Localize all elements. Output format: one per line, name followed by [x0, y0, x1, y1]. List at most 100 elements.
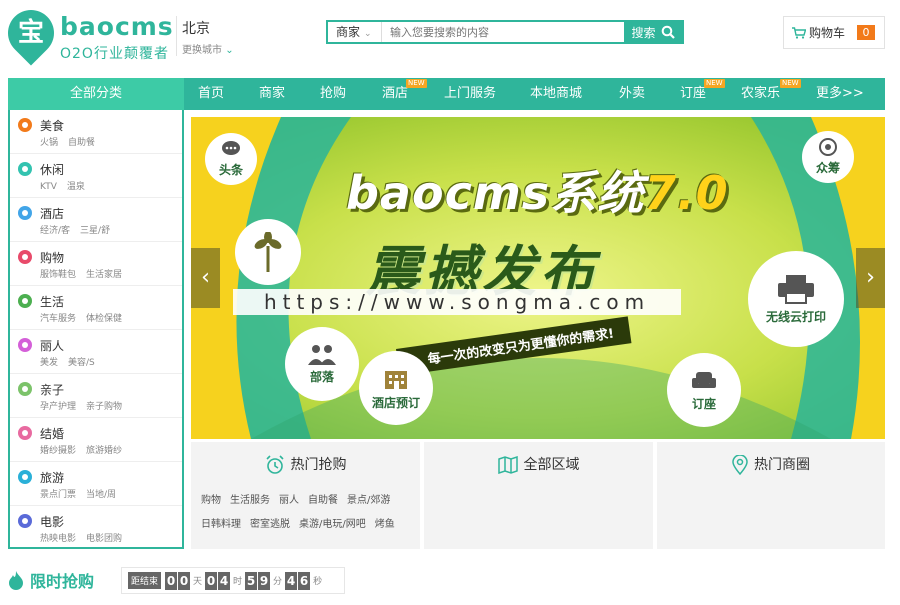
subcategory-link[interactable]: 三星/舒	[80, 226, 110, 236]
countdown-digit: 0	[165, 571, 178, 590]
subcategory-link[interactable]: 生活家居	[86, 270, 122, 280]
nav-item-reservation[interactable]: 订座	[680, 78, 706, 110]
tag-link[interactable]: 桌游/电玩/网吧	[299, 513, 366, 537]
category-title: 结婚	[40, 427, 65, 441]
hotel-icon	[18, 206, 32, 220]
category-subs: 景点门票 当地/周	[40, 487, 126, 500]
info-box-header[interactable]: 热门商圈	[657, 454, 885, 476]
countdown-label: 距结束	[128, 572, 162, 589]
category-item-movie[interactable]: 电影 热映电影 电影团购	[10, 506, 182, 550]
info-box-title: 热门商圈	[754, 457, 810, 473]
cart-button[interactable]: 购物车 0	[783, 16, 885, 49]
info-box-title: 热门抢购	[290, 457, 347, 473]
category-item-shopping[interactable]: 购物 服饰鞋包 生活家居	[10, 242, 182, 286]
tag-link[interactable]: 购物	[201, 489, 221, 513]
banner-bubble-tribe: 部落	[285, 327, 359, 401]
countdown-timer: 距结束 0 0 天 0 4 时 5 9 分 4 6 秒	[121, 567, 345, 594]
subcategory-link[interactable]: 服饰鞋包	[40, 270, 76, 280]
category-item-hotel[interactable]: 酒店 经济/客 三星/舒	[10, 198, 182, 242]
category-item-wedding[interactable]: 结婚 婚纱摄影 旅游婚纱	[10, 418, 182, 462]
nav-item-home[interactable]: 首页	[198, 78, 224, 110]
banner-next-button[interactable]: ›	[856, 248, 885, 308]
category-item-beauty[interactable]: 丽人 美发 美容/S	[10, 330, 182, 374]
banner-bubble-plant	[235, 219, 301, 285]
printer-icon	[778, 275, 814, 304]
city-selector[interactable]: 北京 更换城市 ⌄	[182, 18, 234, 56]
info-box-header[interactable]: 热门抢购	[191, 454, 420, 475]
nav-item-local-mall[interactable]: 本地商城	[530, 78, 582, 110]
bubble-label: 订座	[691, 397, 716, 411]
subcategory-link[interactable]: KTV	[40, 182, 57, 192]
nav-item-deals[interactable]: 抢购	[320, 78, 346, 110]
nav-all-categories[interactable]: 全部分类	[8, 78, 184, 110]
tag-link[interactable]: 自助餐	[308, 489, 338, 513]
banner-bubble-crowdfunding: 众筹	[802, 131, 854, 183]
tag-link[interactable]: 景点/郊游	[347, 489, 390, 513]
site-logo[interactable]: 宝 baocms O2O行业颠覆者	[0, 0, 173, 66]
category-item-travel[interactable]: 旅游 景点门票 当地/周	[10, 462, 182, 506]
chevron-down-icon: ⌄	[364, 29, 372, 39]
search-input[interactable]	[382, 22, 624, 42]
category-subs: 经济/客 三星/舒	[40, 223, 120, 236]
tag-link[interactable]: 生活服务	[230, 489, 270, 513]
countdown-digit: 4	[285, 571, 298, 590]
category-subs: KTV 温泉	[40, 179, 95, 192]
subcategory-link[interactable]: 美发	[40, 358, 58, 368]
tag-link[interactable]: 丽人	[279, 489, 299, 513]
nav-item-home-service[interactable]: 上门服务	[444, 78, 496, 110]
category-item-leisure[interactable]: 休闲 KTV 温泉	[10, 154, 182, 198]
banner-prev-button[interactable]: ‹	[191, 248, 220, 308]
chevron-left-icon: ‹	[201, 265, 210, 290]
subcategory-link[interactable]: 婚纱摄影	[40, 446, 76, 456]
subcategory-link[interactable]: 电影团购	[86, 534, 122, 544]
food-icon	[18, 118, 32, 132]
subcategory-link[interactable]: 温泉	[67, 182, 85, 192]
subcategory-link[interactable]: 当地/周	[86, 490, 116, 500]
tag-link[interactable]: 日韩料理	[201, 513, 241, 537]
tag-link[interactable]: 密室逃脱	[250, 513, 290, 537]
banner-bubble-reservation: 订座	[667, 353, 741, 427]
subcategory-link[interactable]: 体检保健	[86, 314, 122, 324]
hero-banner[interactable]: baocms系统7.0 震撼发布 每一次的改变只为更懂你的需求! 头条 众筹 部…	[191, 117, 885, 439]
subcategory-link[interactable]: 亲子购物	[86, 402, 122, 412]
cart-count-badge: 0	[857, 25, 876, 40]
category-item-life[interactable]: 生活 汽车服务 体检保健	[10, 286, 182, 330]
subcategory-link[interactable]: 汽车服务	[40, 314, 76, 324]
category-title: 美食	[40, 119, 65, 133]
tag-link[interactable]: 烤鱼	[375, 513, 395, 537]
nav-item-more[interactable]: 更多>>	[816, 78, 864, 110]
subcategory-link[interactable]: 热映电影	[40, 534, 76, 544]
target-icon	[819, 138, 837, 156]
category-item-parenting[interactable]: 亲子 孕产护理 亲子购物	[10, 374, 182, 418]
countdown-unit: 秒	[313, 577, 323, 587]
category-item-food[interactable]: 美食 火锅 自助餐	[10, 110, 182, 154]
subcategory-link[interactable]: 自助餐	[68, 138, 95, 148]
banner-title: baocms系统7.0	[346, 157, 729, 223]
nav-item-takeout[interactable]: 外卖	[619, 78, 645, 110]
beauty-icon	[18, 338, 32, 352]
subcategory-link[interactable]: 经济/客	[40, 226, 70, 236]
alarm-clock-icon	[265, 455, 284, 474]
nav-item-merchants[interactable]: 商家	[259, 78, 285, 110]
search-button[interactable]: 搜索	[624, 22, 682, 42]
bubble-label: 众筹	[815, 161, 840, 175]
subcategory-link[interactable]: 美容/S	[68, 358, 95, 368]
watermark-url: https://www.songma.com	[233, 289, 681, 315]
info-box-header[interactable]: 全部区域	[424, 454, 653, 475]
countdown-digit: 0	[178, 571, 191, 590]
nav-item-hotel[interactable]: 酒店	[382, 78, 408, 110]
new-badge: NEW	[780, 79, 801, 88]
search-type-select[interactable]: 商家 ⌄	[328, 22, 382, 42]
city-switch-link[interactable]: 更换城市 ⌄	[182, 41, 234, 56]
subcategory-link[interactable]: 旅游婚纱	[86, 446, 122, 456]
subcategory-link[interactable]: 孕产护理	[40, 402, 76, 412]
category-title: 丽人	[40, 339, 65, 353]
location-pin-icon	[732, 454, 748, 476]
subcategory-link[interactable]: 火锅	[40, 138, 58, 148]
main-nav: 全部分类 首页 商家 抢购 酒店 NEW 上门服务 本地商城 外卖 订座 NEW…	[8, 78, 885, 110]
nav-item-farm-stay[interactable]: 农家乐	[741, 78, 780, 110]
search-button-label: 搜索	[631, 25, 656, 40]
subcategory-link[interactable]: 景点门票	[40, 490, 76, 500]
parenting-icon	[18, 382, 32, 396]
logo-slogan: O2O行业颠覆者	[60, 46, 169, 62]
